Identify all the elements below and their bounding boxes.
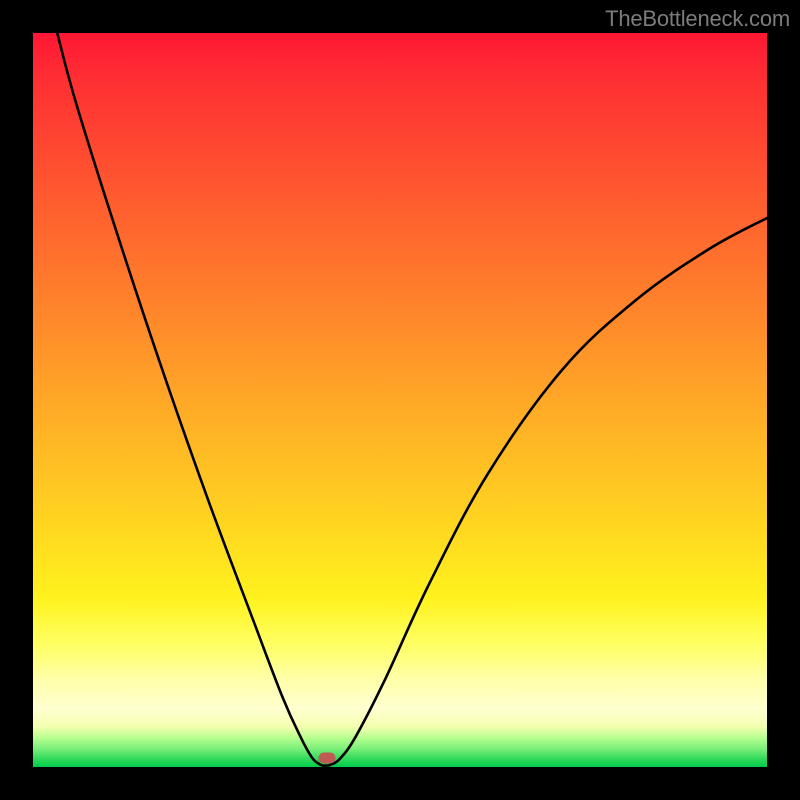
gradient-background bbox=[33, 33, 767, 767]
optimum-marker bbox=[319, 753, 336, 764]
watermark-text: TheBottleneck.com bbox=[605, 6, 790, 32]
chart-frame: TheBottleneck.com bbox=[0, 0, 800, 800]
plot-area bbox=[33, 33, 767, 767]
